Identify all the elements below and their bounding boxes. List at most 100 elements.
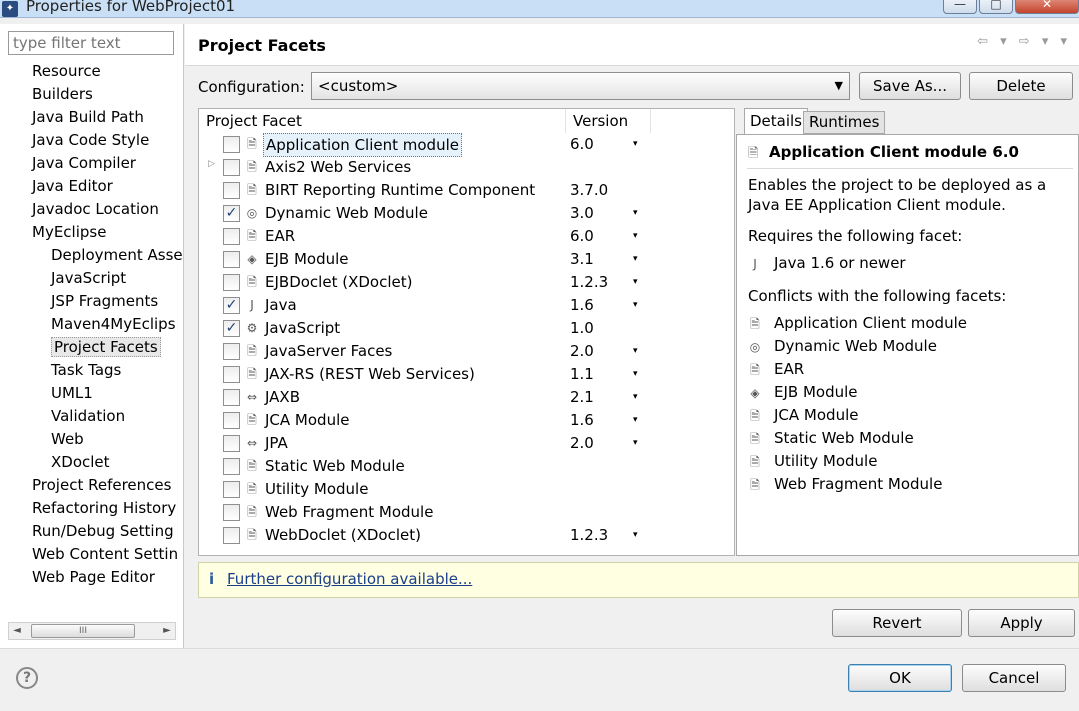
scroll-thumb[interactable]: III — [31, 624, 135, 638]
version-dropdown-icon[interactable]: ▾ — [633, 248, 638, 270]
facet-version[interactable]: 1.6 — [570, 409, 594, 431]
facet-row[interactable]: 🗎 EJBDoclet (XDoclet) 1.2.3 ▾ — [199, 271, 734, 294]
facet-row[interactable]: 🗎 Utility Module — [199, 478, 734, 501]
nav-item[interactable]: Java Build Path — [0, 106, 184, 129]
version-dropdown-icon[interactable]: ▾ — [633, 432, 638, 454]
facet-checkbox[interactable]: ✓ — [223, 297, 240, 314]
nav-item[interactable]: XDoclet — [0, 451, 184, 474]
facet-checkbox[interactable] — [223, 481, 240, 498]
facet-row[interactable]: ⇔ JAXB 2.1 ▾ — [199, 386, 734, 409]
scroll-left-icon[interactable]: ◄ — [9, 623, 25, 639]
facet-checkbox[interactable] — [223, 412, 240, 429]
nav-item[interactable]: Web Page Editor — [0, 566, 184, 589]
facet-checkbox[interactable] — [223, 136, 240, 153]
facet-row[interactable]: 🗎 EAR 6.0 ▾ — [199, 225, 734, 248]
nav-item[interactable]: Refactoring History — [0, 497, 184, 520]
scroll-right-icon[interactable]: ► — [159, 623, 175, 639]
facet-version[interactable]: 6.0 — [570, 133, 594, 155]
facet-checkbox[interactable]: ✓ — [223, 320, 240, 337]
version-dropdown-icon[interactable]: ▾ — [633, 340, 638, 362]
facet-version[interactable]: 3.0 — [570, 202, 594, 224]
facet-checkbox[interactable] — [223, 366, 240, 383]
facet-version[interactable]: 2.0 — [570, 432, 594, 454]
history-navigation-icon[interactable]: ⇦ ▾ ⇨ ▾ ▾ — [977, 34, 1071, 49]
nav-item[interactable]: Builders — [0, 83, 184, 106]
nav-item[interactable]: Web Content Settin — [0, 543, 184, 566]
version-dropdown-icon[interactable]: ▾ — [633, 294, 638, 316]
nav-item[interactable]: Web — [0, 428, 184, 451]
maximize-button[interactable]: □ — [979, 0, 1013, 14]
facet-checkbox[interactable] — [223, 527, 240, 544]
ok-button[interactable]: OK — [848, 664, 952, 692]
save-as-button[interactable]: Save As... — [859, 72, 961, 100]
facet-row[interactable]: ⇔ JPA 2.0 ▾ — [199, 432, 734, 455]
facet-checkbox[interactable] — [223, 389, 240, 406]
facet-checkbox[interactable] — [223, 251, 240, 268]
facet-row[interactable]: 🗎 Web Fragment Module — [199, 501, 734, 524]
nav-item[interactable]: Maven4MyEclips — [0, 313, 184, 336]
facet-checkbox[interactable] — [223, 343, 240, 360]
nav-item[interactable]: MyEclipse — [0, 221, 184, 244]
minimize-button[interactable]: — — [943, 0, 977, 14]
facet-checkbox[interactable]: ✓ — [223, 205, 240, 222]
facet-checkbox[interactable] — [223, 228, 240, 245]
facet-version[interactable]: 6.0 — [570, 225, 594, 247]
version-dropdown-icon[interactable]: ▾ — [633, 363, 638, 385]
facet-row[interactable]: 🗎 BIRT Reporting Runtime Component 3.7.0 — [199, 179, 734, 202]
facet-row[interactable]: 🗎 Application Client module 6.0 ▾ — [199, 133, 734, 157]
version-dropdown-icon[interactable]: ▾ — [633, 202, 638, 224]
version-dropdown-icon[interactable]: ▾ — [633, 386, 638, 408]
nav-item[interactable]: Java Code Style — [0, 129, 184, 152]
nav-item[interactable]: JSP Fragments — [0, 290, 184, 313]
facet-checkbox[interactable] — [223, 458, 240, 475]
revert-button[interactable]: Revert — [832, 609, 962, 637]
nav-item[interactable]: Run/Debug Setting — [0, 520, 184, 543]
nav-item[interactable]: UML1 — [0, 382, 184, 405]
nav-item[interactable]: Resource — [0, 60, 184, 83]
facet-row[interactable]: ◈ EJB Module 3.1 ▾ — [199, 248, 734, 271]
horizontal-scrollbar[interactable]: ◄ III ► — [8, 622, 176, 640]
column-header-version[interactable]: Version — [566, 109, 651, 133]
facet-version[interactable]: 1.2.3 — [570, 524, 608, 546]
facet-row[interactable]: 🗎 JCA Module 1.6 ▾ — [199, 409, 734, 432]
tab-runtimes[interactable]: Runtimes — [803, 111, 886, 134]
facet-version[interactable]: 3.1 — [570, 248, 594, 270]
facet-version[interactable]: 1.2.3 — [570, 271, 608, 293]
nav-item[interactable]: Java Compiler — [0, 152, 184, 175]
version-dropdown-icon[interactable]: ▾ — [633, 409, 638, 431]
nav-item[interactable]: Javadoc Location — [0, 198, 184, 221]
nav-item[interactable]: Deployment Asse — [0, 244, 184, 267]
nav-item[interactable]: Project Facets — [0, 336, 184, 359]
column-header-facet[interactable]: Project Facet — [199, 109, 566, 133]
facet-version[interactable]: 1.1 — [570, 363, 594, 385]
facet-row[interactable]: 🗎 Static Web Module — [199, 455, 734, 478]
nav-item[interactable]: Validation — [0, 405, 184, 428]
help-icon[interactable]: ? — [16, 667, 38, 689]
facet-row[interactable]: 🗎 JAX-RS (REST Web Services) 1.1 ▾ — [199, 363, 734, 386]
apply-button[interactable]: Apply — [968, 609, 1075, 637]
further-configuration-link[interactable]: Further configuration available... — [227, 570, 472, 588]
expand-icon[interactable]: ▷ — [208, 159, 215, 169]
facet-version[interactable]: 2.1 — [570, 386, 594, 408]
nav-item[interactable]: Java Editor — [0, 175, 184, 198]
version-dropdown-icon[interactable]: ▾ — [633, 225, 638, 247]
facet-version[interactable]: 1.6 — [570, 294, 594, 316]
facet-checkbox[interactable] — [223, 274, 240, 291]
configuration-select[interactable]: <custom> ▼ — [311, 72, 850, 100]
version-dropdown-icon[interactable]: ▾ — [633, 133, 638, 155]
nav-item[interactable]: Project References — [0, 474, 184, 497]
version-dropdown-icon[interactable]: ▾ — [633, 524, 638, 546]
facet-row[interactable]: 🗎 JavaServer Faces 2.0 ▾ — [199, 340, 734, 363]
filter-input[interactable] — [8, 31, 174, 55]
facet-row[interactable]: ▷ 🗎 Axis2 Web Services — [199, 156, 734, 179]
nav-item[interactable]: Task Tags — [0, 359, 184, 382]
nav-item[interactable]: JavaScript — [0, 267, 184, 290]
facet-checkbox[interactable] — [223, 182, 240, 199]
facet-checkbox[interactable] — [223, 159, 240, 176]
version-dropdown-icon[interactable]: ▾ — [633, 271, 638, 293]
facet-row[interactable]: ✓ ◎ Dynamic Web Module 3.0 ▾ — [199, 202, 734, 225]
facet-row[interactable]: ✓ ⚙ JavaScript 1.0 — [199, 317, 734, 340]
facet-checkbox[interactable] — [223, 504, 240, 521]
facet-row[interactable]: 🗎 WebDoclet (XDoclet) 1.2.3 ▾ — [199, 524, 734, 547]
tab-details[interactable]: Details — [744, 108, 809, 135]
